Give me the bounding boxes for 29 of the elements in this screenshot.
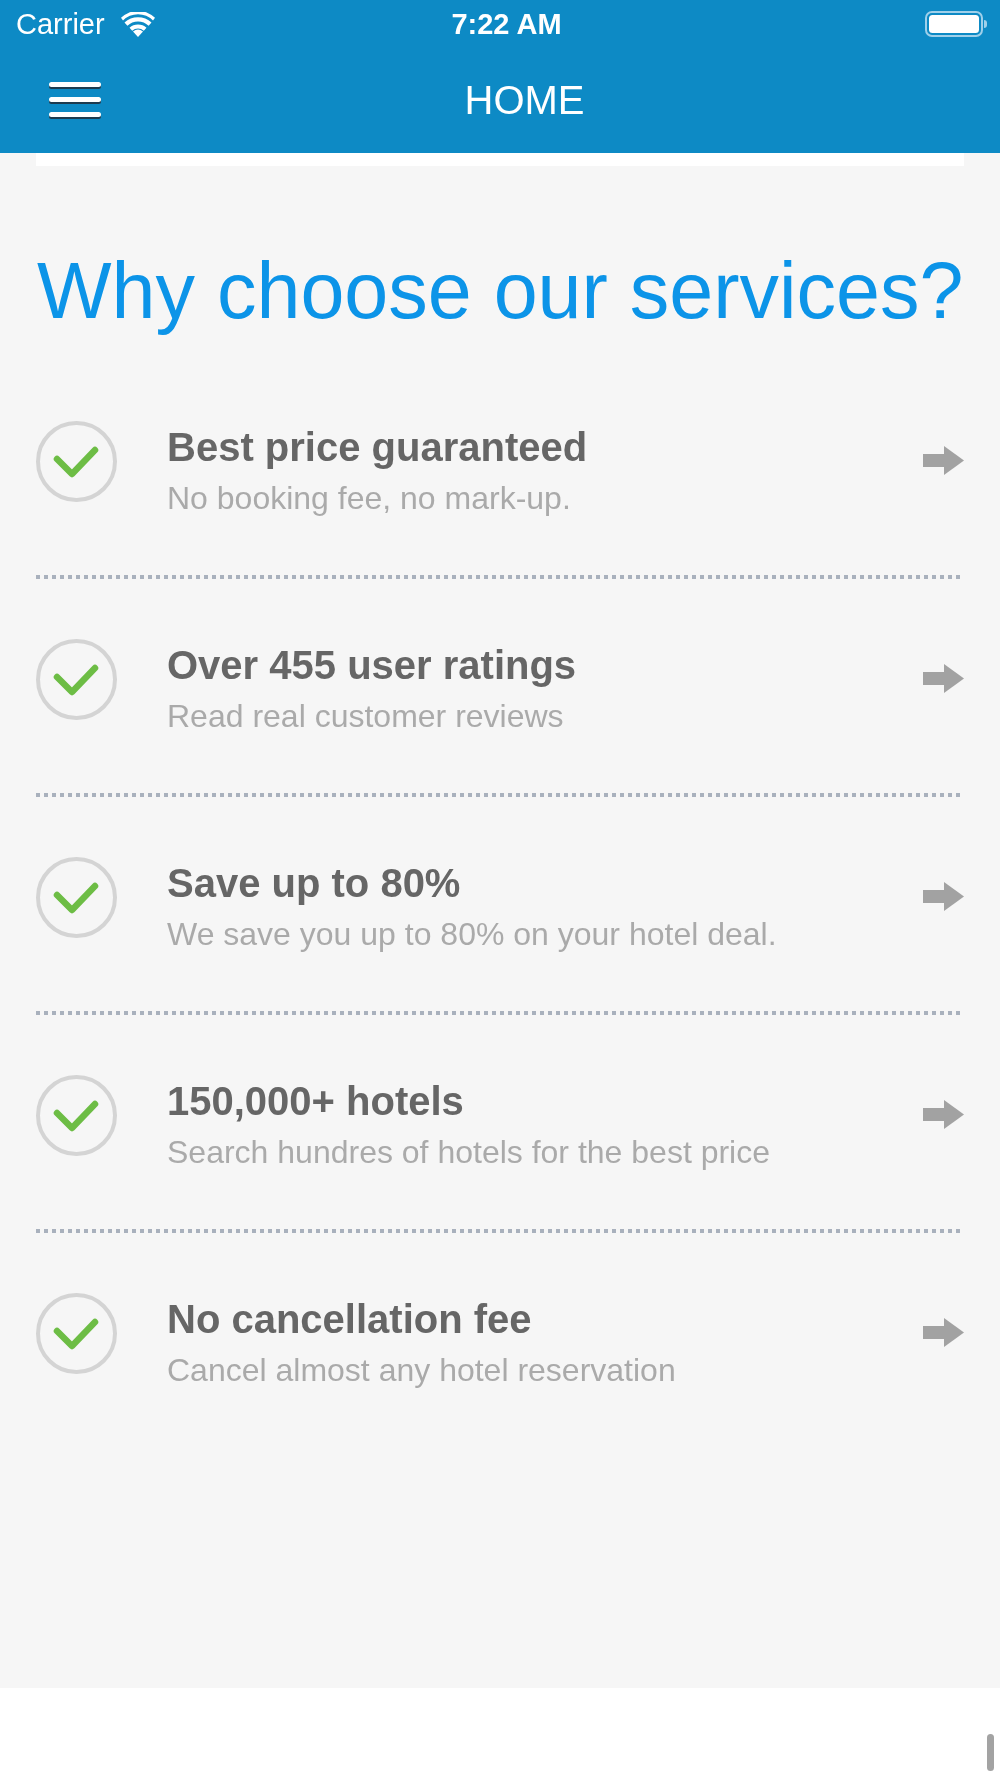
feature-subtitle: We save you up to 80% on your hotel deal. [167,915,778,954]
carrier-name: Carrier [16,7,105,41]
battery-icon [925,11,987,37]
feature-title: 150,000+ hotels [167,1078,465,1124]
section-heading: Why choose our services? [37,245,964,337]
check-circle-icon [36,857,117,938]
arrow-right-icon [923,1100,964,1129]
arrow-right-icon [923,882,964,911]
feature-title: Best price guaranteed [167,424,589,470]
arrow-right-icon [923,664,964,693]
page-title: HOME [464,78,585,123]
check-circle-icon [36,639,117,720]
feature-subtitle: No booking fee, no mark-up. [167,479,572,518]
feature-title: Save up to 80% [167,860,462,906]
menu-button[interactable] [49,82,101,119]
scrollbar-thumb [987,1734,994,1771]
check-circle-icon [36,1075,117,1156]
check-circle-icon [36,1293,117,1374]
menu-icon [49,82,101,119]
status-time: 7:22 AM [450,7,562,41]
feature-subtitle: Cancel almost any hotel reservation [167,1351,677,1390]
feature-title: Over 455 user ratings [167,642,578,688]
feature-subtitle: Search hundres of hotels for the best price [167,1133,771,1172]
arrow-right-icon [923,1318,964,1347]
arrow-right-icon [923,446,964,475]
check-circle-icon [36,421,117,502]
feature-subtitle: Read real customer reviews [167,697,565,736]
wifi-icon [120,11,155,37]
feature-title: No cancellation fee [167,1296,533,1342]
